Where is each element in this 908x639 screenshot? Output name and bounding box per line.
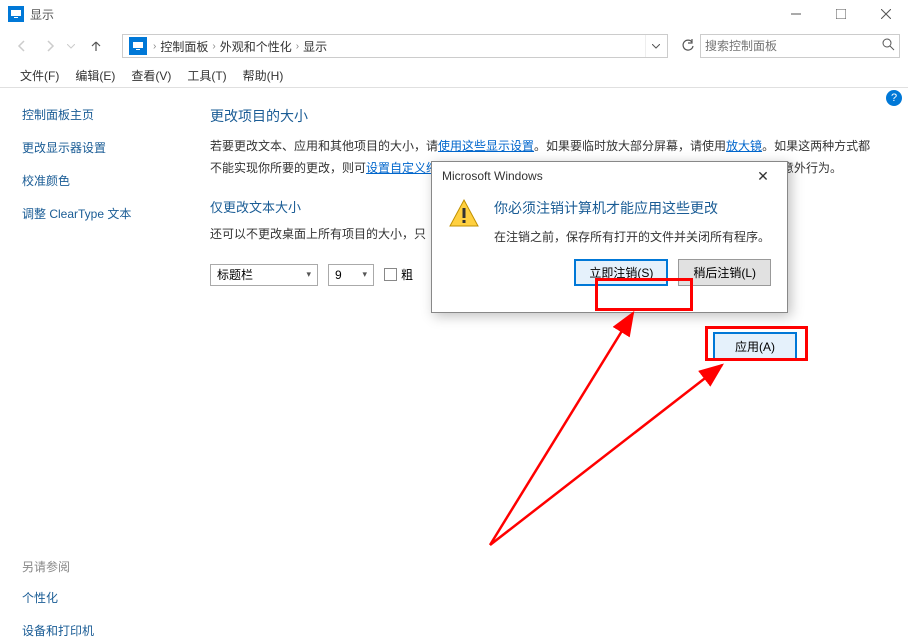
chevron-down-icon: ▾ xyxy=(352,269,367,280)
text: 若要更改文本、应用和其他项目的大小，请 xyxy=(210,139,438,153)
checkbox-icon xyxy=(384,268,397,281)
link-magnifier[interactable]: 放大镜 xyxy=(726,139,762,153)
display-icon xyxy=(8,6,24,22)
recent-dropdown[interactable] xyxy=(64,32,78,60)
select-size[interactable]: 9 ▾ xyxy=(328,264,374,286)
dialog-heading: 你必须注销计算机才能应用这些更改 xyxy=(494,198,770,218)
refresh-button[interactable] xyxy=(676,34,700,58)
display-icon xyxy=(129,37,147,55)
logoff-later-button[interactable]: 稍后注销(L) xyxy=(678,259,771,286)
navbar: › 控制面板 › 外观和个性化 › 显示 xyxy=(0,28,908,64)
sidebar-link-calibrate[interactable]: 校准颜色 xyxy=(22,172,200,189)
chevron-right-icon: › xyxy=(212,41,215,52)
menu-help[interactable]: 帮助(H) xyxy=(235,67,292,84)
address-bar[interactable]: › 控制面板 › 外观和个性化 › 显示 xyxy=(122,34,668,58)
dialog-text: 在注销之前，保存所有打开的文件并关闭所有程序。 xyxy=(494,228,770,245)
back-button[interactable] xyxy=(8,32,36,60)
sidebar-link-devices[interactable]: 设备和打印机 xyxy=(22,622,200,639)
select-value: 9 xyxy=(335,268,342,282)
select-value: 标题栏 xyxy=(217,266,253,283)
heading-change-size: 更改项目的大小 xyxy=(210,106,878,126)
checkbox-bold[interactable]: 粗 xyxy=(384,266,413,283)
sidebar-home[interactable]: 控制面板主页 xyxy=(22,106,200,123)
sidebar-see-also: 另请参阅 xyxy=(22,558,200,575)
menu-edit[interactable]: 编辑(E) xyxy=(67,67,123,84)
menu-file[interactable]: 文件(F) xyxy=(12,67,67,84)
apply-button[interactable]: 应用(A) xyxy=(713,332,797,361)
dialog-logoff: Microsoft Windows ✕ 你必须注销计算机才能应用这些更改 在注销… xyxy=(431,161,788,313)
checkbox-label: 粗 xyxy=(401,266,413,283)
minimize-button[interactable] xyxy=(773,0,818,28)
address-dropdown[interactable] xyxy=(645,35,665,57)
maximize-button[interactable] xyxy=(818,0,863,28)
menu-tools[interactable]: 工具(T) xyxy=(179,67,234,84)
dialog-close-button[interactable]: ✕ xyxy=(749,165,777,187)
sidebar-link-personalization[interactable]: 个性化 xyxy=(22,589,200,606)
breadcrumb-display[interactable]: 显示 xyxy=(301,38,329,55)
warning-icon xyxy=(448,198,480,230)
dialog-title-text: Microsoft Windows xyxy=(442,169,543,183)
sidebar-link-display-settings[interactable]: 更改显示器设置 xyxy=(22,139,200,156)
link-display-settings[interactable]: 使用这些显示设置 xyxy=(438,139,534,153)
search-icon[interactable] xyxy=(882,38,895,54)
close-button[interactable] xyxy=(863,0,908,28)
forward-button[interactable] xyxy=(36,32,64,60)
menubar: 文件(F) 编辑(E) 查看(V) 工具(T) 帮助(H) xyxy=(0,64,908,88)
select-item[interactable]: 标题栏 ▾ xyxy=(210,264,318,286)
sidebar: 控制面板主页 更改显示器设置 校准颜色 调整 ClearType 文本 另请参阅… xyxy=(0,88,200,624)
search-input[interactable] xyxy=(705,39,882,53)
chevron-down-icon: ▾ xyxy=(296,269,311,280)
menu-view[interactable]: 查看(V) xyxy=(123,67,179,84)
text: 。如果要临时放大部分屏幕，请使用 xyxy=(534,139,726,153)
breadcrumb-control-panel[interactable]: 控制面板 xyxy=(158,38,210,55)
chevron-right-icon: › xyxy=(296,41,299,52)
window-title: 显示 xyxy=(30,6,773,23)
titlebar: 显示 xyxy=(0,0,908,28)
breadcrumb-appearance[interactable]: 外观和个性化 xyxy=(218,38,294,55)
logoff-now-button[interactable]: 立即注销(S) xyxy=(574,259,668,286)
dialog-titlebar: Microsoft Windows ✕ xyxy=(432,162,787,190)
chevron-right-icon: › xyxy=(153,41,156,52)
up-button[interactable] xyxy=(82,32,110,60)
sidebar-link-cleartype[interactable]: 调整 ClearType 文本 xyxy=(22,205,200,222)
search-box[interactable] xyxy=(700,34,900,58)
